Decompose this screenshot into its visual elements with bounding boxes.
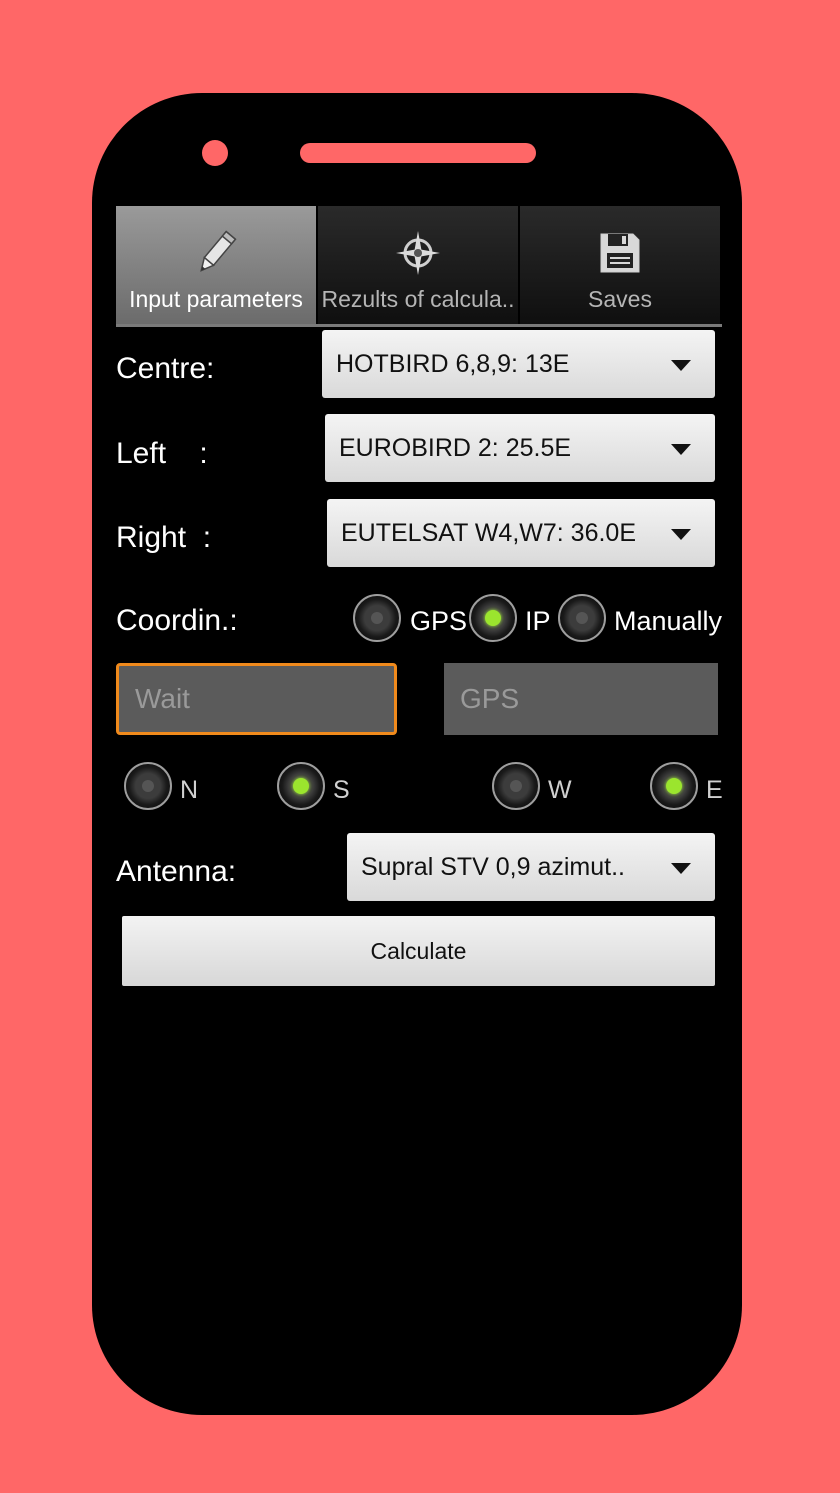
gps-radio[interactable]: [353, 594, 401, 642]
compass-icon: [396, 231, 440, 275]
floppy-disk-icon: [600, 233, 640, 273]
right-value: EUTELSAT W4,W7: 36.0E: [341, 518, 637, 547]
west-radio[interactable]: [492, 762, 540, 810]
centre-value: HOTBIRD 6,8,9: 13E: [336, 349, 570, 378]
longitude-field[interactable]: GPS: [444, 663, 718, 735]
ip-radio-label: IP: [525, 606, 551, 636]
north-radio[interactable]: [124, 762, 172, 810]
speaker-slot: [300, 143, 536, 163]
north-radio-label: N: [180, 776, 199, 804]
gps-radio-label: GPS: [410, 606, 468, 636]
right-label: Right :: [116, 521, 212, 554]
manually-radio-label: Manually: [614, 606, 723, 636]
antenna-select[interactable]: Supral STV 0,9 azimut..: [347, 833, 715, 901]
coordinates-label: Coordin.:: [116, 604, 238, 637]
east-radio[interactable]: [650, 762, 698, 810]
antenna-label: Antenna:: [116, 855, 237, 888]
longitude-placeholder: GPS: [460, 683, 520, 714]
south-radio[interactable]: [277, 762, 325, 810]
antenna-value: Supral STV 0,9 azimut..: [361, 852, 626, 881]
dropdown-arrow-icon: [671, 360, 691, 371]
dropdown-arrow-icon: [671, 444, 691, 455]
centre-satellite-select[interactable]: HOTBIRD 6,8,9: 13E: [322, 330, 715, 398]
app-screen: Input parameters Rezults of calcula.. Sa…: [116, 206, 723, 1206]
centre-label: Centre:: [116, 352, 215, 385]
left-satellite-select[interactable]: EUROBIRD 2: 25.5E: [325, 414, 715, 482]
radio-dot: [510, 780, 522, 792]
tab-rezults[interactable]: Rezults of calcula..: [318, 206, 520, 324]
tab-label: Input parameters: [129, 286, 303, 312]
latitude-field[interactable]: Wait: [116, 663, 397, 735]
radio-dot: [576, 612, 588, 624]
radio-dot: [485, 610, 501, 626]
east-radio-label: E: [706, 776, 723, 804]
camera-dot: [202, 140, 228, 166]
pencil-icon: [200, 230, 237, 272]
left-value: EUROBIRD 2: 25.5E: [339, 433, 572, 462]
tab-bar: Input parameters Rezults of calcula.. Sa…: [116, 206, 722, 327]
dropdown-arrow-icon: [671, 863, 691, 874]
tab-label: Saves: [588, 286, 652, 312]
radio-dot: [371, 612, 383, 624]
radio-dot: [666, 778, 682, 794]
dropdown-arrow-icon: [671, 529, 691, 540]
west-radio-label: W: [548, 776, 572, 804]
south-radio-label: S: [333, 776, 350, 804]
left-label: Left :: [116, 437, 208, 470]
right-satellite-select[interactable]: EUTELSAT W4,W7: 36.0E: [327, 499, 715, 567]
radio-dot: [142, 780, 154, 792]
latitude-placeholder: Wait: [135, 683, 190, 714]
radio-dot: [293, 778, 309, 794]
tab-input-parameters[interactable]: Input parameters: [116, 206, 318, 324]
manually-radio[interactable]: [558, 594, 606, 642]
ip-radio[interactable]: [469, 594, 517, 642]
tab-label: Rezults of calcula..: [321, 286, 515, 312]
calculate-label: Calculate: [370, 937, 467, 964]
calculate-button[interactable]: Calculate: [122, 916, 715, 986]
tab-saves[interactable]: Saves: [520, 206, 722, 324]
